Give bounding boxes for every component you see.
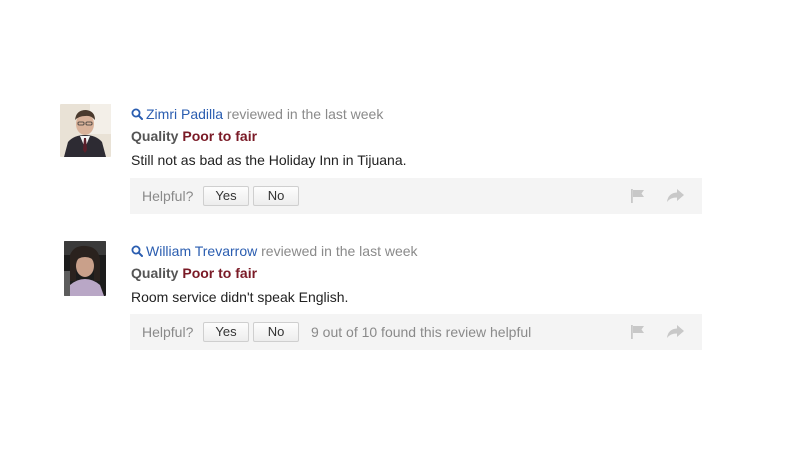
avatar-photo <box>60 104 111 157</box>
quality-rating: Quality Poor to fair <box>131 125 702 147</box>
share-arrow-icon[interactable] <box>665 188 685 204</box>
review-byline: Zimri Padilla reviewed in the last week <box>131 104 702 124</box>
no-button[interactable]: No <box>253 186 299 206</box>
helpful-bar: Helpful? Yes No <box>130 178 702 214</box>
helpful-label: Helpful? <box>142 188 194 204</box>
yes-button[interactable]: Yes <box>203 186 249 206</box>
quality-label: Quality <box>131 265 179 281</box>
flag-icon[interactable] <box>629 188 647 204</box>
review-content: Zimri Padilla reviewed in the last week … <box>130 104 702 214</box>
author-link[interactable]: William Trevarrow <box>146 243 257 259</box>
review-text: Room service didn't speak English. <box>131 289 349 305</box>
reviews-page: Zimri Padilla reviewed in the last week … <box>0 0 800 450</box>
flag-icon[interactable] <box>629 324 647 340</box>
found-helpful-text: 9 out of 10 found this review helpful <box>311 324 532 340</box>
avatar[interactable] <box>64 241 106 296</box>
author-link[interactable]: Zimri Padilla <box>146 106 223 122</box>
review-byline: William Trevarrow reviewed in the last w… <box>131 241 702 261</box>
reviewed-text: reviewed in the last week <box>226 106 384 122</box>
magnifier-icon[interactable] <box>131 242 143 262</box>
magnifier-icon[interactable] <box>131 105 143 125</box>
review-text: Still not as bad as the Holiday Inn in T… <box>131 152 407 168</box>
reviewed-text: reviewed in the last week <box>261 243 418 259</box>
avatar[interactable] <box>60 104 111 157</box>
no-button[interactable]: No <box>253 322 299 342</box>
review-content: William Trevarrow reviewed in the last w… <box>130 241 702 350</box>
quality-label: Quality <box>131 128 179 144</box>
quality-value: Poor to fair <box>182 265 258 281</box>
yes-button[interactable]: Yes <box>203 322 249 342</box>
quality-rating: Quality Poor to fair <box>131 262 702 284</box>
share-arrow-icon[interactable] <box>665 324 685 340</box>
helpful-bar: Helpful? Yes No 9 out of 10 found this r… <box>130 314 702 350</box>
helpful-label: Helpful? <box>142 324 194 340</box>
quality-value: Poor to fair <box>182 128 258 144</box>
avatar-photo <box>64 241 106 296</box>
